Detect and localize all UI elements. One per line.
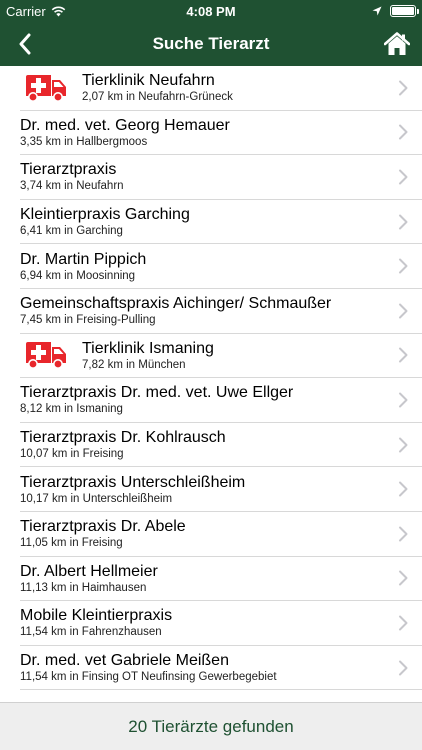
vet-list-item[interactable]: Tierarztpraxis Dr. med. vet. Uwe Ellger …	[20, 378, 422, 423]
vet-list-item[interactable]: Dr. med. vet. Georg Hemauer 3,35 km in H…	[20, 111, 422, 156]
vet-distance-location: 11,05 km in Freising	[20, 537, 123, 550]
chevron-right-icon	[399, 169, 408, 185]
vet-distance-location: 3,35 km in Hallbergmoos	[20, 135, 148, 148]
vet-list-item[interactable]: Tierarztpraxis Unterschleißheim 10,17 km…	[20, 467, 422, 512]
chevron-right-icon	[399, 615, 408, 631]
battery-level	[392, 7, 414, 15]
vet-list-item[interactable]: Dr. med. vet Gabriele Meißen 11,54 km in…	[20, 646, 422, 691]
vet-list-item[interactable]: Kleintierpraxis Garching 6,41 km in Garc…	[20, 200, 422, 245]
vet-distance-location: 7,82 km in München	[82, 358, 186, 371]
chevron-right-icon	[399, 347, 408, 363]
vet-name: Tierarztpraxis Unterschleißheim	[20, 473, 246, 491]
vet-list-item[interactable]: Gemeinschaftspraxis Aichinger/ Schmaußer…	[20, 289, 422, 334]
status-left: Carrier	[6, 4, 372, 19]
vet-name: Tierklinik Ismaning	[82, 339, 214, 357]
vet-distance-location: 11,54 km in Finsing OT Neufinsing Gewerb…	[20, 671, 277, 684]
chevron-right-icon	[399, 570, 408, 586]
ambulance-icon	[26, 342, 66, 370]
battery-icon	[390, 5, 419, 17]
vet-name: Dr. med. vet Gabriele Meißen	[20, 652, 229, 670]
status-bar: Carrier 4:08 PM	[0, 0, 422, 22]
navigation-bar: Suche Tierarzt	[0, 22, 422, 66]
chevron-right-icon	[399, 80, 408, 96]
vet-name: Tierarztpraxis Dr. med. vet. Uwe Ellger	[20, 384, 294, 402]
vet-name: Mobile Kleintierpraxis	[20, 607, 173, 625]
vet-name: Tierarztpraxis	[20, 161, 117, 179]
vet-distance-location: 10,07 km in Freising	[20, 448, 124, 461]
vet-distance-location: 2,07 km in Neufahrn-Grüneck	[82, 91, 233, 104]
vet-distance-location: 10,17 km in Unterschleißheim	[20, 492, 173, 505]
vet-distance-location: 6,94 km in Moosinning	[20, 269, 136, 282]
footer-bar: 20 Tierärzte gefunden	[0, 702, 422, 750]
vet-list-item[interactable]: Tierklinik Neufahrn 2,07 km in Neufahrn-…	[20, 66, 422, 111]
home-icon	[384, 32, 410, 55]
vet-list-item[interactable]: Tierarztpraxis 3,74 km in Neufahrn	[20, 155, 422, 200]
vet-list-item[interactable]: Tierarztpraxis Dr. Kohlrausch 10,07 km i…	[20, 423, 422, 468]
back-button[interactable]	[10, 30, 40, 58]
vet-name: Tierarztpraxis Dr. Kohlrausch	[20, 429, 226, 447]
chevron-right-icon	[399, 437, 408, 453]
vet-distance-location: 7,45 km in Freising-Pulling	[20, 314, 156, 327]
vet-list-item[interactable]: Dr. Albert Hellmeier 11,13 km in Haimhau…	[20, 557, 422, 602]
vet-name: Tierarztpraxis Dr. Abele	[20, 518, 186, 536]
vet-list-item[interactable]: Tierarztpraxis Dr. Abele 11,05 km in Fre…	[20, 512, 422, 557]
chevron-right-icon	[399, 481, 408, 497]
page-title: Suche Tierarzt	[152, 34, 270, 53]
status-right	[372, 5, 419, 17]
vet-distance-location: 11,13 km in Haimhausen	[20, 581, 147, 594]
chevron-right-icon	[399, 258, 408, 274]
location-arrow-icon	[372, 6, 382, 16]
vet-name: Dr. Albert Hellmeier	[20, 562, 158, 580]
chevron-right-icon	[399, 660, 408, 676]
wifi-icon	[51, 5, 65, 16]
chevron-right-icon	[399, 526, 408, 542]
vet-name: Dr. Martin Pippich	[20, 250, 147, 268]
ambulance-icon	[26, 74, 66, 102]
vet-list-item[interactable]: Dr. Martin Pippich 6,94 km in Moosinning	[20, 244, 422, 289]
vet-list-item[interactable]: Tierklinik Ismaning 7,82 km in München	[20, 334, 422, 379]
chevron-right-icon	[399, 214, 408, 230]
chevron-left-icon	[19, 33, 31, 55]
vet-distance-location: 11,54 km in Fahrenzhausen	[20, 626, 162, 639]
result-count: 20 Tierärzte gefunden	[128, 716, 294, 736]
chevron-right-icon	[399, 392, 408, 408]
carrier-label: Carrier	[6, 3, 46, 19]
vet-name: Dr. med. vet. Georg Hemauer	[20, 116, 230, 134]
vet-name: Tierklinik Neufahrn	[82, 72, 215, 90]
chevron-right-icon	[399, 303, 408, 319]
vet-distance-location: 3,74 km in Neufahrn	[20, 180, 124, 193]
vet-distance-location: 8,12 km in Ismaning	[20, 403, 123, 416]
home-button[interactable]	[382, 29, 412, 59]
chevron-right-icon	[399, 124, 408, 140]
vet-distance-location: 6,41 km in Garching	[20, 225, 123, 238]
vet-name: Gemeinschaftspraxis Aichinger/ Schmaußer	[20, 295, 332, 313]
vet-list: Tierklinik Neufahrn 2,07 km in Neufahrn-…	[0, 66, 422, 702]
vet-list-item[interactable]: Mobile Kleintierpraxis 11,54 km in Fahre…	[20, 601, 422, 646]
vet-name: Kleintierpraxis Garching	[20, 206, 190, 224]
